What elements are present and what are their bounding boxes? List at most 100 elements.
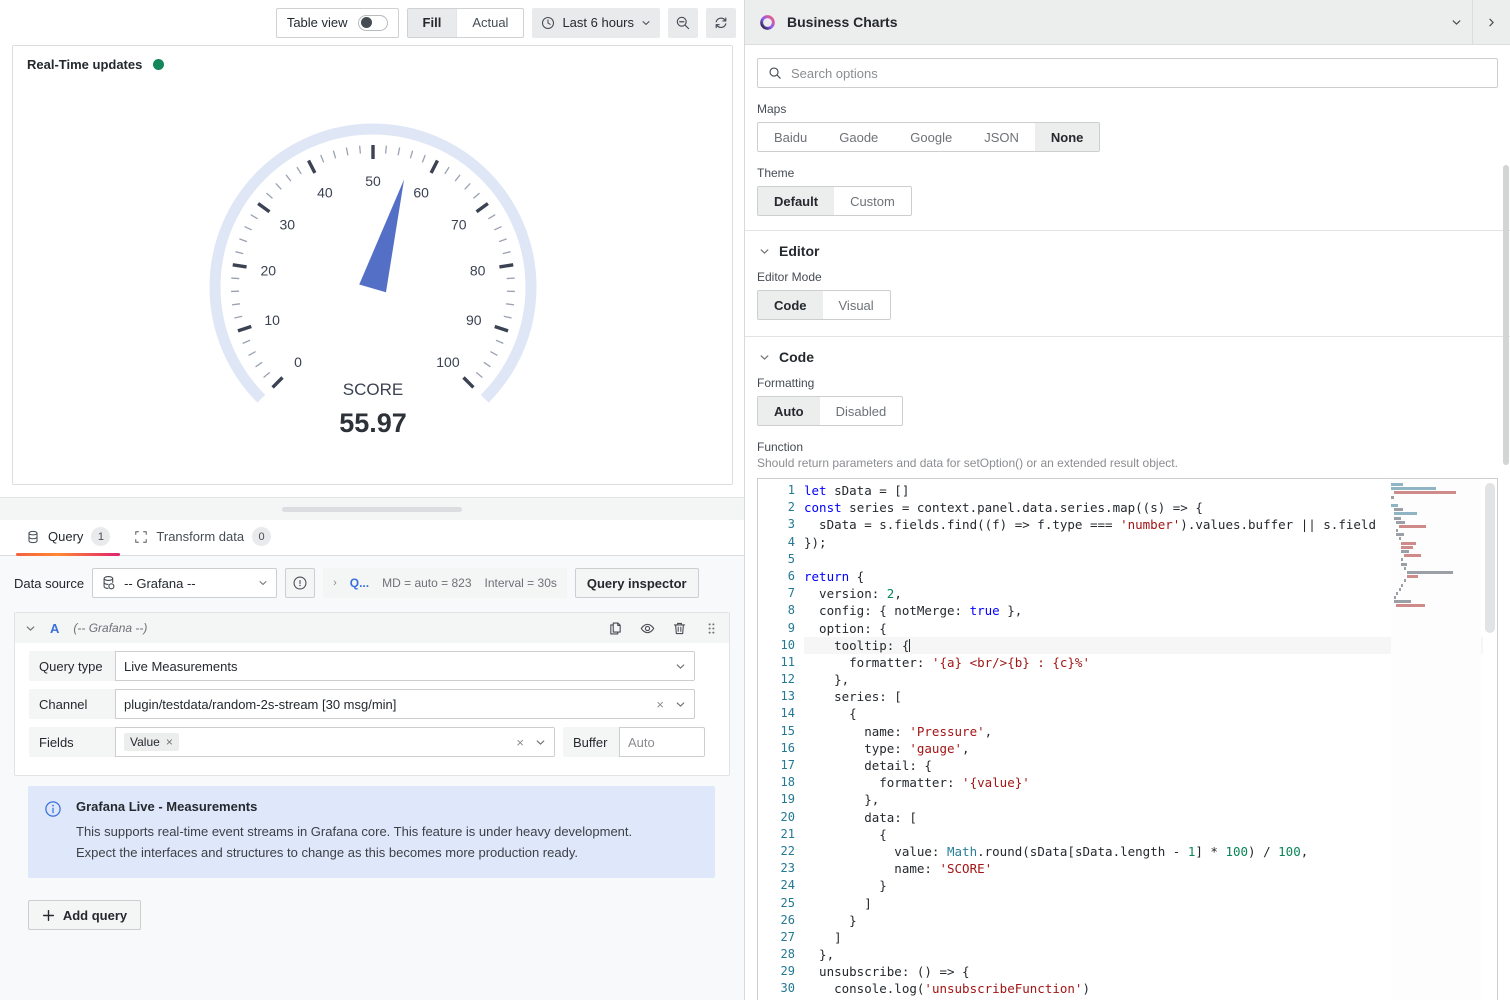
add-query-button[interactable]: Add query — [28, 900, 141, 930]
gauge-tick-label: 70 — [450, 217, 466, 233]
gauge-tick-label: 30 — [279, 217, 295, 233]
gauge-minor-tick — [231, 278, 239, 279]
drag-handle-icon[interactable] — [704, 621, 719, 636]
editor-scroll-thumb[interactable] — [1485, 483, 1495, 633]
editor-minimap[interactable] — [1391, 479, 1481, 1000]
field-tag-remove-icon[interactable]: × — [166, 735, 173, 749]
query-inspector-button[interactable]: Query inspector — [575, 568, 699, 598]
maps-option-google[interactable]: Google — [894, 123, 968, 151]
minimap-line — [1407, 571, 1454, 574]
data-source-help-button[interactable] — [285, 568, 315, 598]
gauge-minor-tick — [488, 215, 495, 219]
maps-option-json[interactable]: JSON — [968, 123, 1035, 151]
table-view-toggle[interactable]: Table view — [276, 8, 399, 38]
theme-option-default[interactable]: Default — [758, 187, 834, 215]
tab-query[interactable]: Query 1 — [16, 527, 120, 555]
editor-mode-option-code[interactable]: Code — [758, 291, 823, 319]
line-number: 4 — [758, 534, 795, 551]
channel-select[interactable]: plugin/testdata/random-2s-stream [30 msg… — [115, 689, 695, 719]
code-editor[interactable]: 1234567891011121314151617181920212223242… — [757, 478, 1498, 1000]
maps-label: Maps — [757, 102, 1498, 116]
query-row-a: A (-- Grafana --) — [14, 612, 730, 776]
table-view-label: Table view — [287, 15, 348, 30]
maps-option-gaode[interactable]: Gaode — [823, 123, 894, 151]
theme-option-custom[interactable]: Custom — [834, 187, 911, 215]
gauge-svg: 0102030405060708090100SCORE55.97 — [158, 72, 588, 452]
panel-header: Real-Time updates — [13, 46, 732, 72]
gauge-minor-tick — [333, 151, 335, 159]
options-vertical-scrollbar[interactable] — [1502, 45, 1510, 1000]
fill-option[interactable]: Fill — [408, 9, 458, 37]
formatting-radio-group[interactable]: Auto Disabled — [757, 396, 903, 426]
options-scroll-thumb[interactable] — [1503, 165, 1509, 465]
query-options[interactable]: › Q... MD = auto = 823 Interval = 30s — [323, 568, 567, 598]
trash-icon[interactable] — [672, 621, 687, 636]
gauge-major-tick — [308, 160, 314, 172]
channel-clear-icon[interactable]: × — [656, 697, 664, 712]
line-number: 6 — [758, 568, 795, 585]
options-scroll-area: Search options Maps Baidu Gaode Google J… — [745, 45, 1510, 1000]
pane-resize-handle[interactable] — [0, 497, 744, 520]
code-section-header[interactable]: Code — [745, 336, 1510, 376]
line-number: 30 — [758, 980, 795, 997]
field-tag[interactable]: Value × — [124, 733, 179, 751]
maps-radio-group[interactable]: Baidu Gaode Google JSON None — [757, 122, 1100, 152]
gauge-tick-label: 0 — [294, 354, 302, 370]
actual-option[interactable]: Actual — [457, 9, 523, 37]
line-number: 15 — [758, 723, 795, 740]
line-number: 1 — [758, 482, 795, 499]
editor-mode-radio-group[interactable]: Code Visual — [757, 290, 891, 320]
data-source-select[interactable]: -- Grafana -- — [92, 568, 277, 598]
chevron-down-icon[interactable] — [25, 623, 36, 634]
options-pane-collapse-button[interactable] — [1440, 0, 1472, 44]
line-number: 29 — [758, 963, 795, 980]
options-pane-title: Business Charts — [787, 14, 897, 30]
maps-option-none[interactable]: None — [1035, 123, 1100, 151]
formatting-option-auto[interactable]: Auto — [758, 397, 820, 425]
search-options-input[interactable]: Search options — [757, 58, 1498, 88]
fill-actual-segment[interactable]: Fill Actual — [407, 8, 525, 38]
eye-icon[interactable] — [640, 621, 655, 636]
tab-query-badge: 1 — [91, 527, 110, 546]
query-options-link[interactable]: Q... — [350, 576, 369, 590]
minimap-line — [1391, 487, 1436, 490]
line-number: 3 — [758, 516, 795, 533]
line-number: 19 — [758, 791, 795, 808]
gauge-major-tick — [237, 327, 250, 331]
formatting-option-disabled[interactable]: Disabled — [820, 397, 903, 425]
editor-section-header[interactable]: Editor — [745, 230, 1510, 270]
line-number: 23 — [758, 860, 795, 877]
options-pane-expand-button[interactable] — [1472, 0, 1510, 44]
query-interval: Interval = 30s — [485, 576, 557, 590]
editor-mode-option-visual[interactable]: Visual — [823, 291, 890, 319]
fields-select[interactable]: Value × × — [115, 727, 555, 757]
gauge-chart: 0102030405060708090100SCORE55.97 — [13, 72, 732, 484]
query-type-select[interactable]: Live Measurements — [115, 651, 695, 681]
minimap-line — [1404, 554, 1421, 557]
query-type-row: Query type Live Measurements — [29, 651, 729, 681]
table-view-switch[interactable] — [358, 15, 388, 31]
editor-vertical-scrollbar[interactable] — [1483, 479, 1497, 1000]
fields-clear-icon[interactable]: × — [516, 735, 524, 750]
chevron-down-icon — [258, 578, 268, 588]
chevron-down-icon — [675, 661, 686, 672]
theme-radio-group[interactable]: Default Custom — [757, 186, 912, 216]
refresh-icon — [713, 15, 729, 31]
buffer-input[interactable]: Auto — [619, 727, 705, 757]
maps-option-baidu[interactable]: Baidu — [758, 123, 823, 151]
info-box-line-2: Expect the interfaces and structures to … — [76, 844, 632, 862]
query-ref-id[interactable]: A — [50, 621, 59, 636]
time-range-picker[interactable]: Last 6 hours — [532, 8, 660, 38]
refresh-button[interactable] — [706, 8, 736, 38]
tab-transform-data[interactable]: Transform data 0 — [124, 527, 281, 555]
zoom-out-button[interactable] — [668, 8, 698, 38]
channel-value: plugin/testdata/random-2s-stream [30 msg… — [124, 697, 645, 712]
line-number: 28 — [758, 946, 795, 963]
max-data-points: MD = auto = 823 — [382, 576, 471, 590]
query-row-header: A (-- Grafana --) — [15, 613, 729, 643]
copy-icon[interactable] — [608, 621, 623, 636]
gauge-minor-tick — [234, 316, 242, 318]
chevron-down-icon — [641, 18, 651, 28]
gauge-minor-tick — [495, 340, 502, 343]
gauge-needle — [359, 179, 404, 292]
